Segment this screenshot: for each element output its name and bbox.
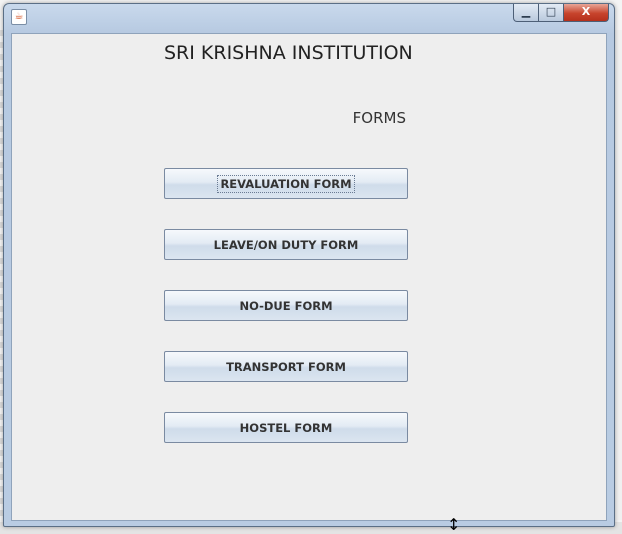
button-label: LEAVE/ON DUTY FORM <box>213 237 359 252</box>
no-due-form-button[interactable]: NO-DUE FORM <box>164 290 408 321</box>
transport-form-button[interactable]: TRANSPORT FORM <box>164 351 408 382</box>
close-button[interactable]: X <box>564 4 609 22</box>
window-controls: ▁ □ X <box>513 4 609 22</box>
hostel-form-button[interactable]: HOSTEL FORM <box>164 412 408 443</box>
button-label: HOSTEL FORM <box>239 420 333 435</box>
maximize-button[interactable]: □ <box>539 4 564 22</box>
resize-vertical-cursor-icon: ↕ <box>447 515 461 534</box>
forms-heading: FORMS <box>352 109 406 127</box>
leave-on-duty-form-button[interactable]: LEAVE/ON DUTY FORM <box>164 229 408 260</box>
revaluation-form-button[interactable]: REVALUATION FORM <box>164 168 408 199</box>
institution-title: SRI KRISHNA INSTITUTION <box>164 42 413 64</box>
button-label: TRANSPORT FORM <box>226 359 346 374</box>
minimize-button[interactable]: ▁ <box>513 4 539 22</box>
title-bar[interactable]: ☕ ▁ □ X <box>4 4 614 32</box>
content-panel: SRI KRISHNA INSTITUTION FORMS REVALUATIO… <box>11 33 607 521</box>
java-cup-icon[interactable]: ☕ <box>11 9 27 25</box>
button-label: REVALUATION FORM <box>217 174 355 193</box>
button-label: NO-DUE FORM <box>239 298 333 313</box>
app-window: ☕ ▁ □ X SRI KRISHNA INSTITUTION FORMS RE… <box>3 3 615 527</box>
